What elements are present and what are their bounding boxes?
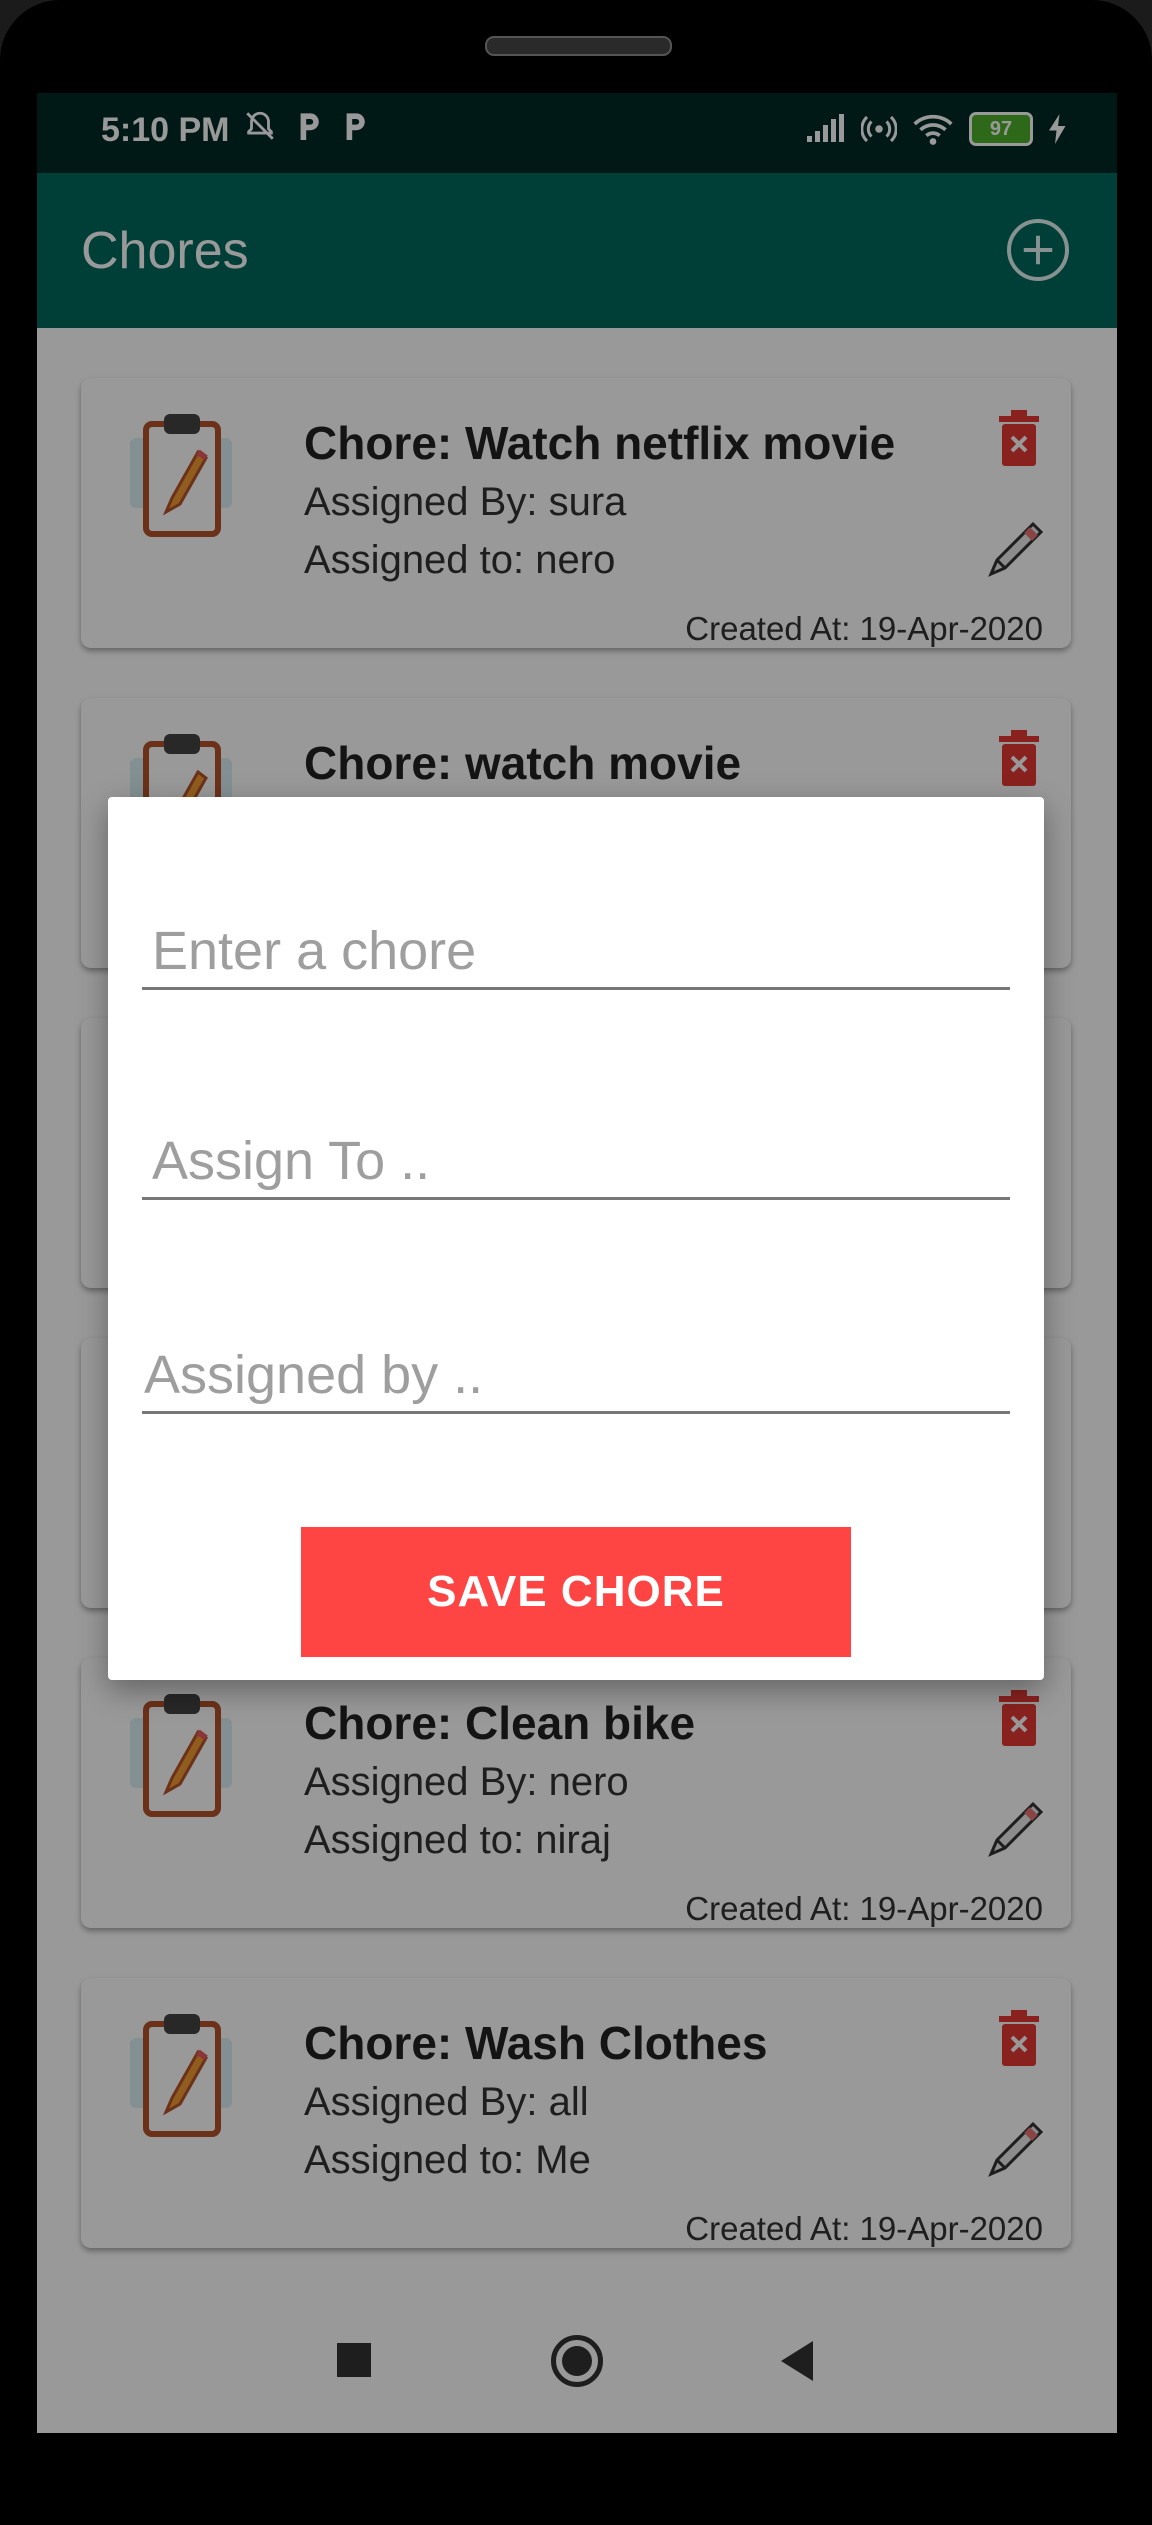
chore-input[interactable] [142, 919, 1022, 983]
assigned-by-field [142, 1341, 1014, 1414]
assigned-by-input[interactable] [142, 1343, 1014, 1407]
phone-frame: 5:10 PM 97 Chores Chore: Watch netflix m… [0, 0, 1152, 2525]
assign-to-field [142, 1127, 1022, 1200]
assign-to-input[interactable] [142, 1129, 1022, 1193]
chore-field [142, 917, 1022, 990]
phone-chin [0, 2440, 1152, 2525]
screen: 5:10 PM 97 Chores Chore: Watch netflix m… [37, 93, 1117, 2433]
earpiece-speaker [485, 36, 672, 56]
save-chore-button[interactable]: SAVE CHORE [301, 1527, 851, 1657]
add-chore-dialog: SAVE CHORE [108, 797, 1044, 1680]
